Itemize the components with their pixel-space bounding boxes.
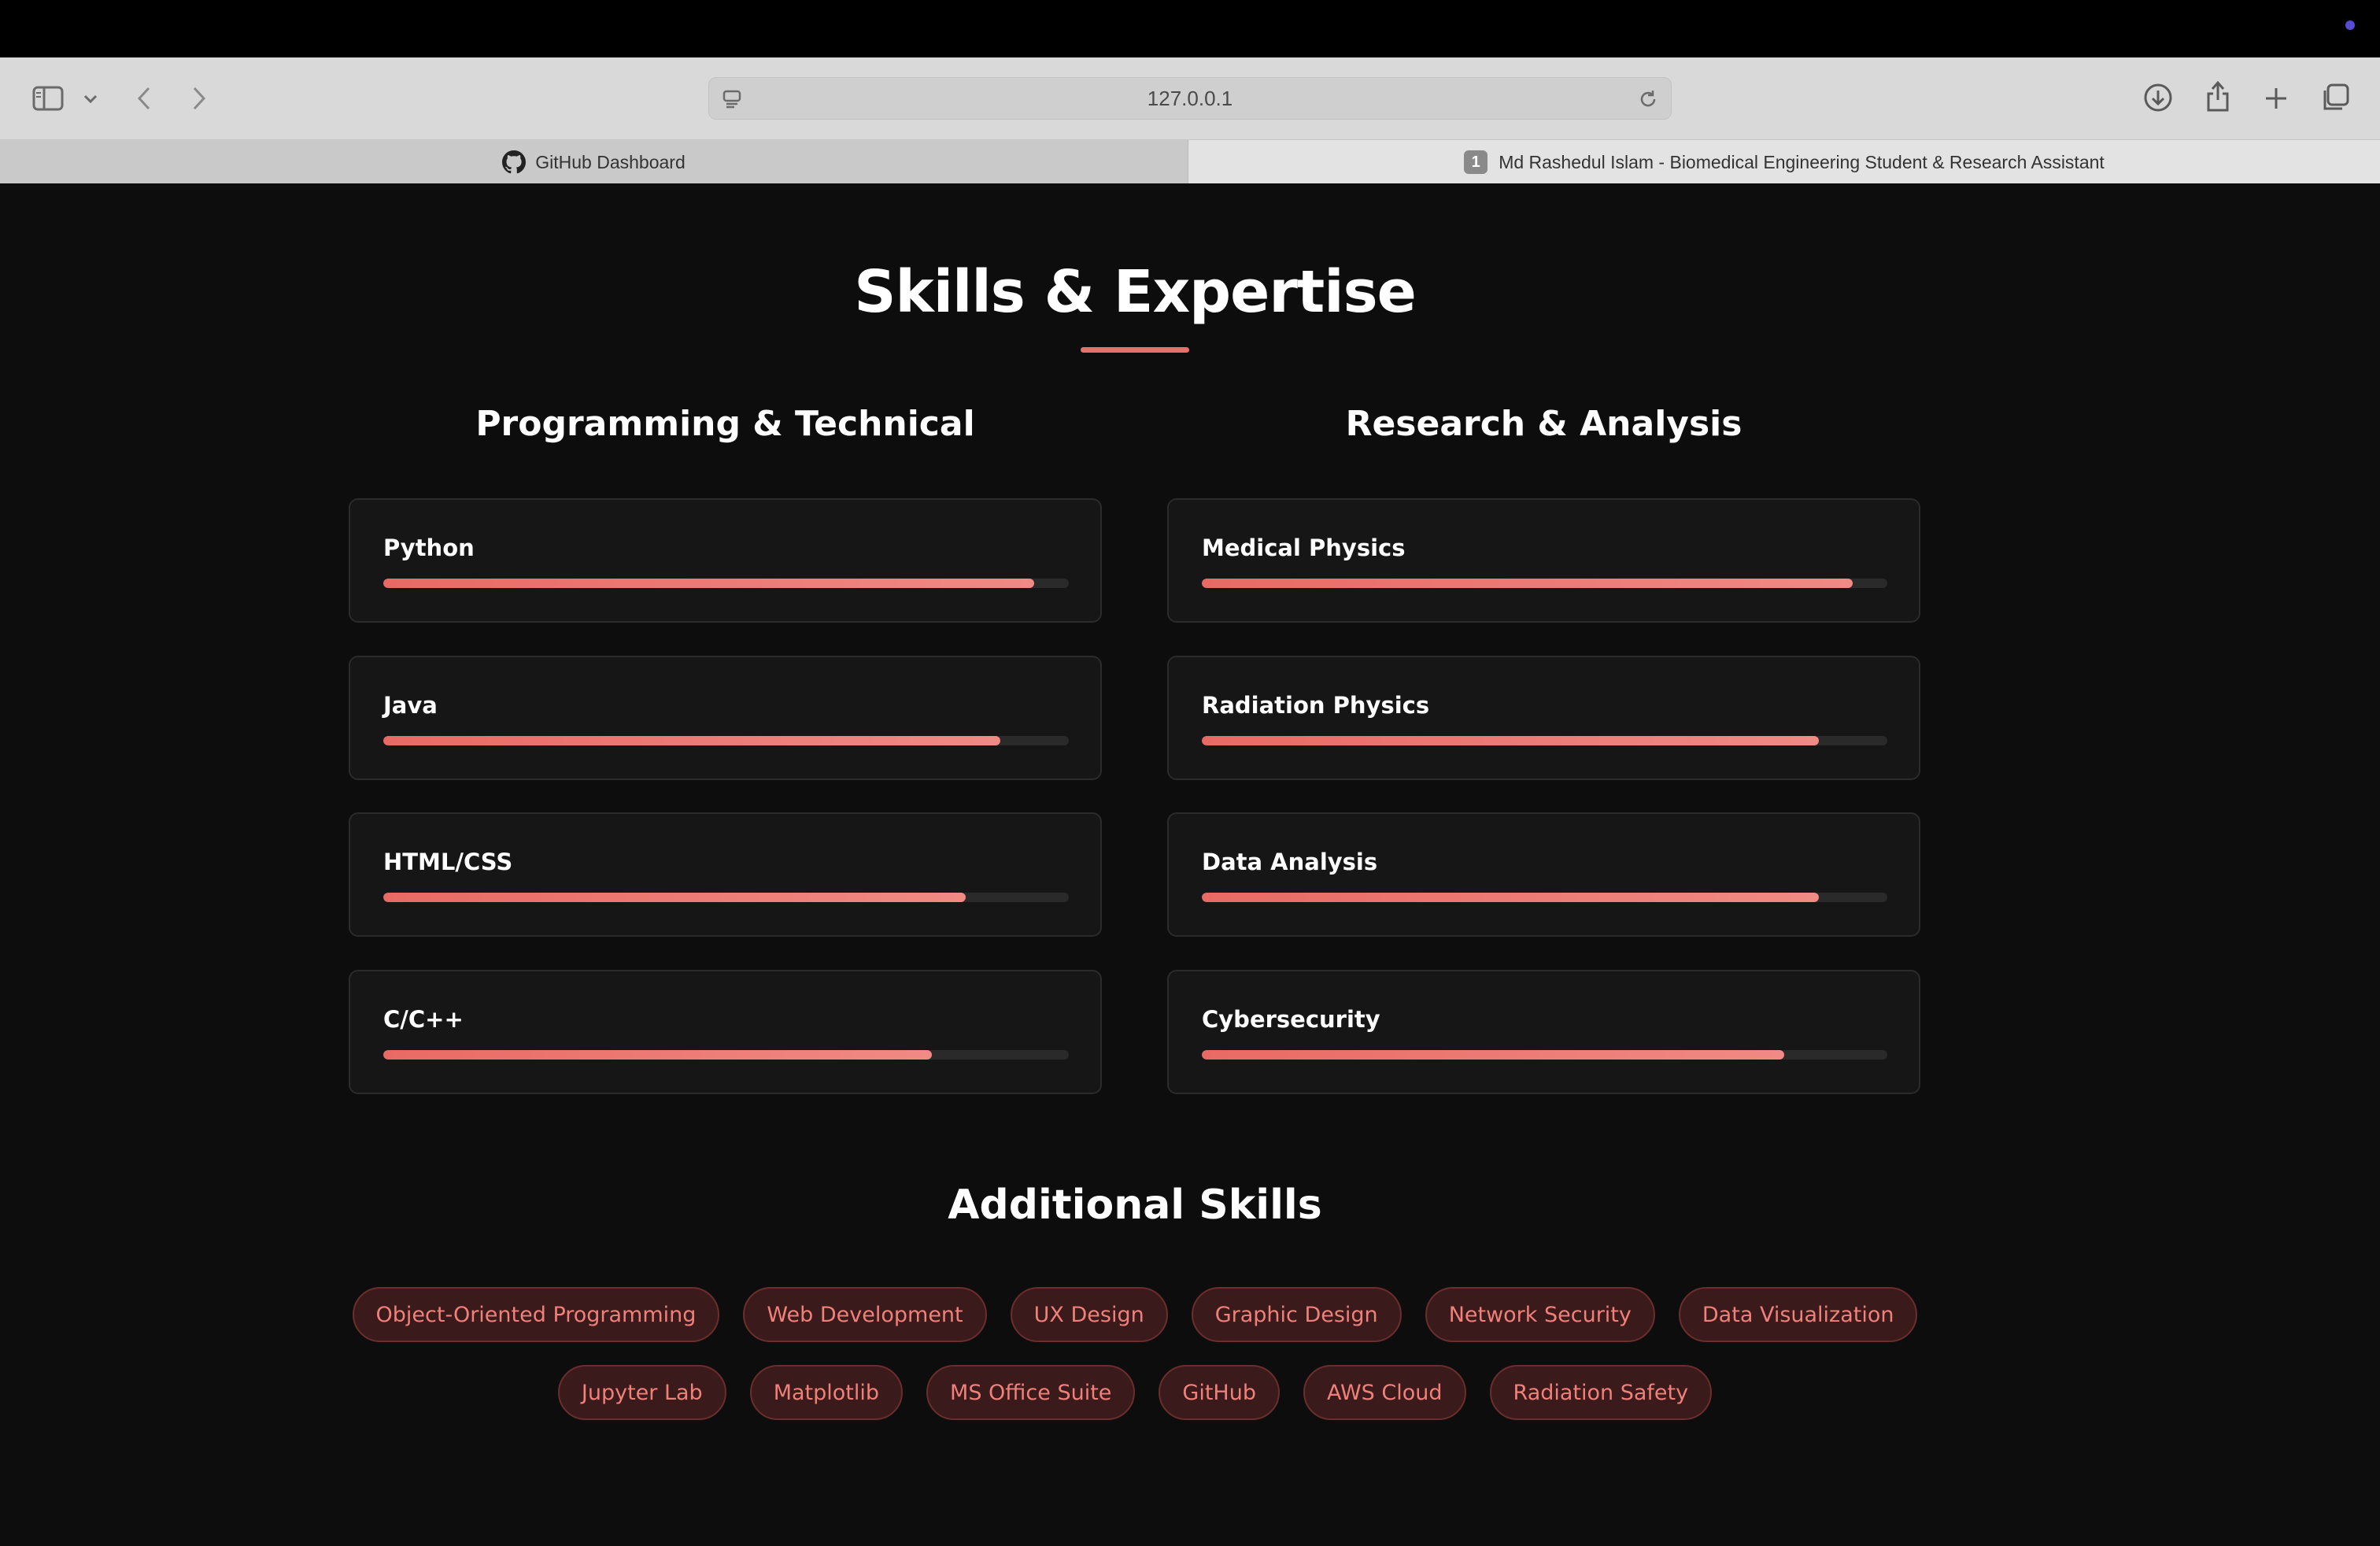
skill-progress-track [383,1050,1069,1060]
column-title-programming: Programming & Technical [475,404,975,444]
skill-progress-fill [383,736,1000,745]
skill-card: Cybersecurity [1167,970,1920,1094]
skill-chip: AWS Cloud [1303,1365,1466,1420]
chevron-down-icon[interactable] [80,89,101,109]
skill-chip: Web Development [743,1287,987,1342]
status-dot-icon [2345,20,2355,30]
skill-chip: Object-Oriented Programming [352,1287,720,1342]
skill-name: C/C++ [383,1006,464,1033]
address-bar[interactable]: 127.0.0.1 [708,77,1672,120]
skill-chips-row-1: Object-Oriented Programming Web Developm… [0,1287,2270,1342]
skill-name: Java [383,692,438,719]
github-icon [502,150,527,174]
skill-chip: UX Design [1010,1287,1168,1342]
skill-progress-track [383,736,1069,745]
column-title-research: Research & Analysis [1345,404,1743,444]
additional-skills-title: Additional Skills [948,1182,1322,1229]
download-icon[interactable] [2142,81,2174,114]
skill-name: Python [383,534,475,561]
address-text[interactable]: 127.0.0.1 [709,78,1671,119]
skill-name: Cybersecurity [1202,1006,1380,1033]
tab-portfolio[interactable]: 1 Md Rashedul Islam - Biomedical Enginee… [1188,140,2380,184]
skill-name: Data Analysis [1202,849,1378,875]
skill-chip: MS Office Suite [926,1365,1136,1420]
tab-favicon-badge: 1 [1464,150,1488,174]
skill-progress-track [1202,579,1887,588]
skill-progress-fill [1202,1050,1785,1060]
tab-bar: GitHub Dashboard 1 Md Rashedul Islam - B… [0,139,2380,184]
skill-progress-track [1202,893,1887,902]
skill-name: Medical Physics [1202,534,1406,561]
skill-progress-track [383,893,1069,902]
skill-progress-track [1202,736,1887,745]
skill-card: Medical Physics [1167,498,1920,623]
skill-progress-fill [383,893,966,902]
skill-progress-fill [1202,736,1819,745]
skill-progress-fill [383,1050,932,1060]
skill-card: Python [349,498,1102,623]
skill-progress-fill [383,579,1035,588]
skill-chip: Data Visualization [1678,1287,1918,1342]
skill-progress-fill [1202,893,1819,902]
tab-label: GitHub Dashboard [535,151,686,172]
skill-card: Radiation Physics [1167,656,1920,780]
skill-chip: Radiation Safety [1489,1365,1713,1420]
tab-overview-icon[interactable] [2319,81,2352,114]
skill-progress-track [383,579,1069,588]
back-chevron-left-icon[interactable] [132,83,156,114]
new-tab-plus-icon[interactable] [2260,83,2292,114]
skill-card: Java [349,656,1102,780]
section-title: Skills & Expertise [854,258,1417,326]
page-content: Skills & Expertise Programming & Technic… [0,183,2380,1546]
skill-chip: GitHub [1159,1365,1280,1420]
share-icon[interactable] [2202,78,2234,114]
skill-progress-fill [1202,579,1853,588]
reload-icon[interactable] [1636,87,1660,111]
skill-name: HTML/CSS [383,849,513,875]
browser-toolbar: 127.0.0.1 [0,57,2380,139]
skill-chip: Network Security [1425,1287,1655,1342]
skill-chip: Graphic Design [1191,1287,1402,1342]
skill-chip: Jupyter Lab [557,1365,726,1420]
os-menu-bar [0,0,2380,57]
skill-card: HTML/CSS [349,812,1102,937]
tab-label: Md Rashedul Islam - Biomedical Engineeri… [1499,151,2105,172]
tab-github-dashboard[interactable]: GitHub Dashboard [0,140,1188,184]
skill-card: C/C++ [349,970,1102,1094]
skill-progress-track [1202,1050,1887,1060]
skill-name: Radiation Physics [1202,692,1430,719]
skill-chip: Matplotlib [749,1365,904,1420]
forward-chevron-right-icon[interactable] [187,83,211,114]
skill-card: Data Analysis [1167,812,1920,937]
sidebar-icon[interactable] [31,83,65,114]
skill-chips-row-2: Jupyter Lab Matplotlib MS Office Suite G… [0,1365,2270,1420]
title-underline [1081,347,1189,353]
